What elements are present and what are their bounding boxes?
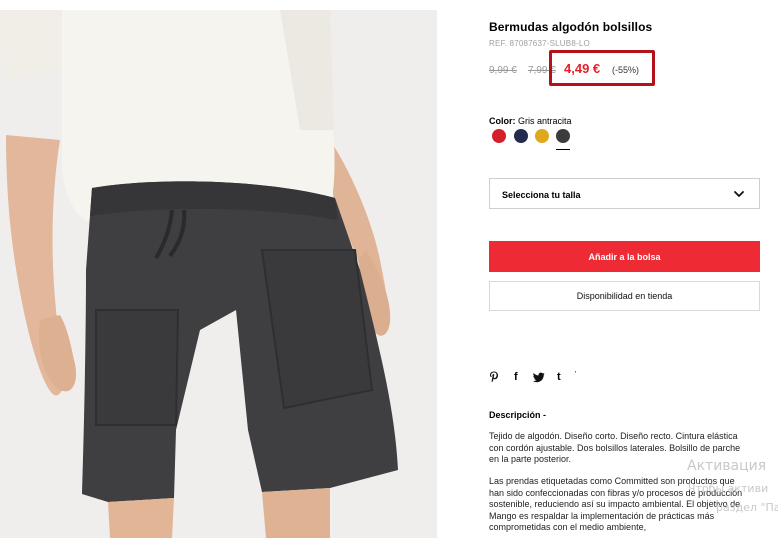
color-swatches [492, 129, 612, 153]
facebook-icon[interactable]: f [514, 371, 518, 383]
product-title: Bermudas algodón bolsillos [489, 20, 653, 34]
twitter-icon[interactable] [533, 372, 545, 383]
size-select[interactable]: Selecciona tu talla [489, 178, 760, 209]
product-reference: REF. 87087637-SLUB8-LO [489, 39, 590, 48]
description-paragraph-1: Tejido de algodón. Diseño corto. Diseño … [489, 431, 741, 464]
swatch-mustard[interactable] [535, 129, 549, 143]
color-label: Color: Gris antracita [489, 116, 572, 126]
description-paragraph-2: Las prendas etiquetadas como Committed s… [489, 476, 743, 532]
color-selected-name: Gris antracita [518, 116, 572, 126]
store-availability-button[interactable]: Disponibilidad en tienda [489, 281, 760, 311]
description-title[interactable]: Descripción - [489, 410, 546, 420]
chevron-down-icon [734, 191, 744, 197]
pinterest-icon[interactable] [489, 371, 499, 383]
sale-price: 4,49 € [564, 61, 601, 76]
original-price: 9,99 € [489, 65, 517, 76]
size-select-label: Selecciona tu talla [502, 190, 581, 200]
product-image[interactable] [0, 10, 437, 538]
swatch-anthracite[interactable] [556, 129, 570, 150]
swatch-navy[interactable] [514, 129, 528, 143]
tumblr-icon[interactable]: t [557, 371, 561, 383]
social-share: f t ' [489, 371, 589, 385]
swatch-red[interactable] [492, 129, 506, 143]
price-row: 9,99 € 7,99 € 4,49 € (-55%) [489, 50, 778, 86]
product-info-panel: Bermudas algodón bolsillos REF. 87087637… [489, 0, 778, 538]
product-photo-illustration [0, 10, 437, 538]
more-share-icon[interactable]: ' [575, 369, 576, 381]
discount-badge: (-55%) [612, 65, 640, 75]
add-to-bag-button[interactable]: Añadir a la bolsa [489, 241, 760, 272]
color-label-key: Color: [489, 116, 516, 126]
